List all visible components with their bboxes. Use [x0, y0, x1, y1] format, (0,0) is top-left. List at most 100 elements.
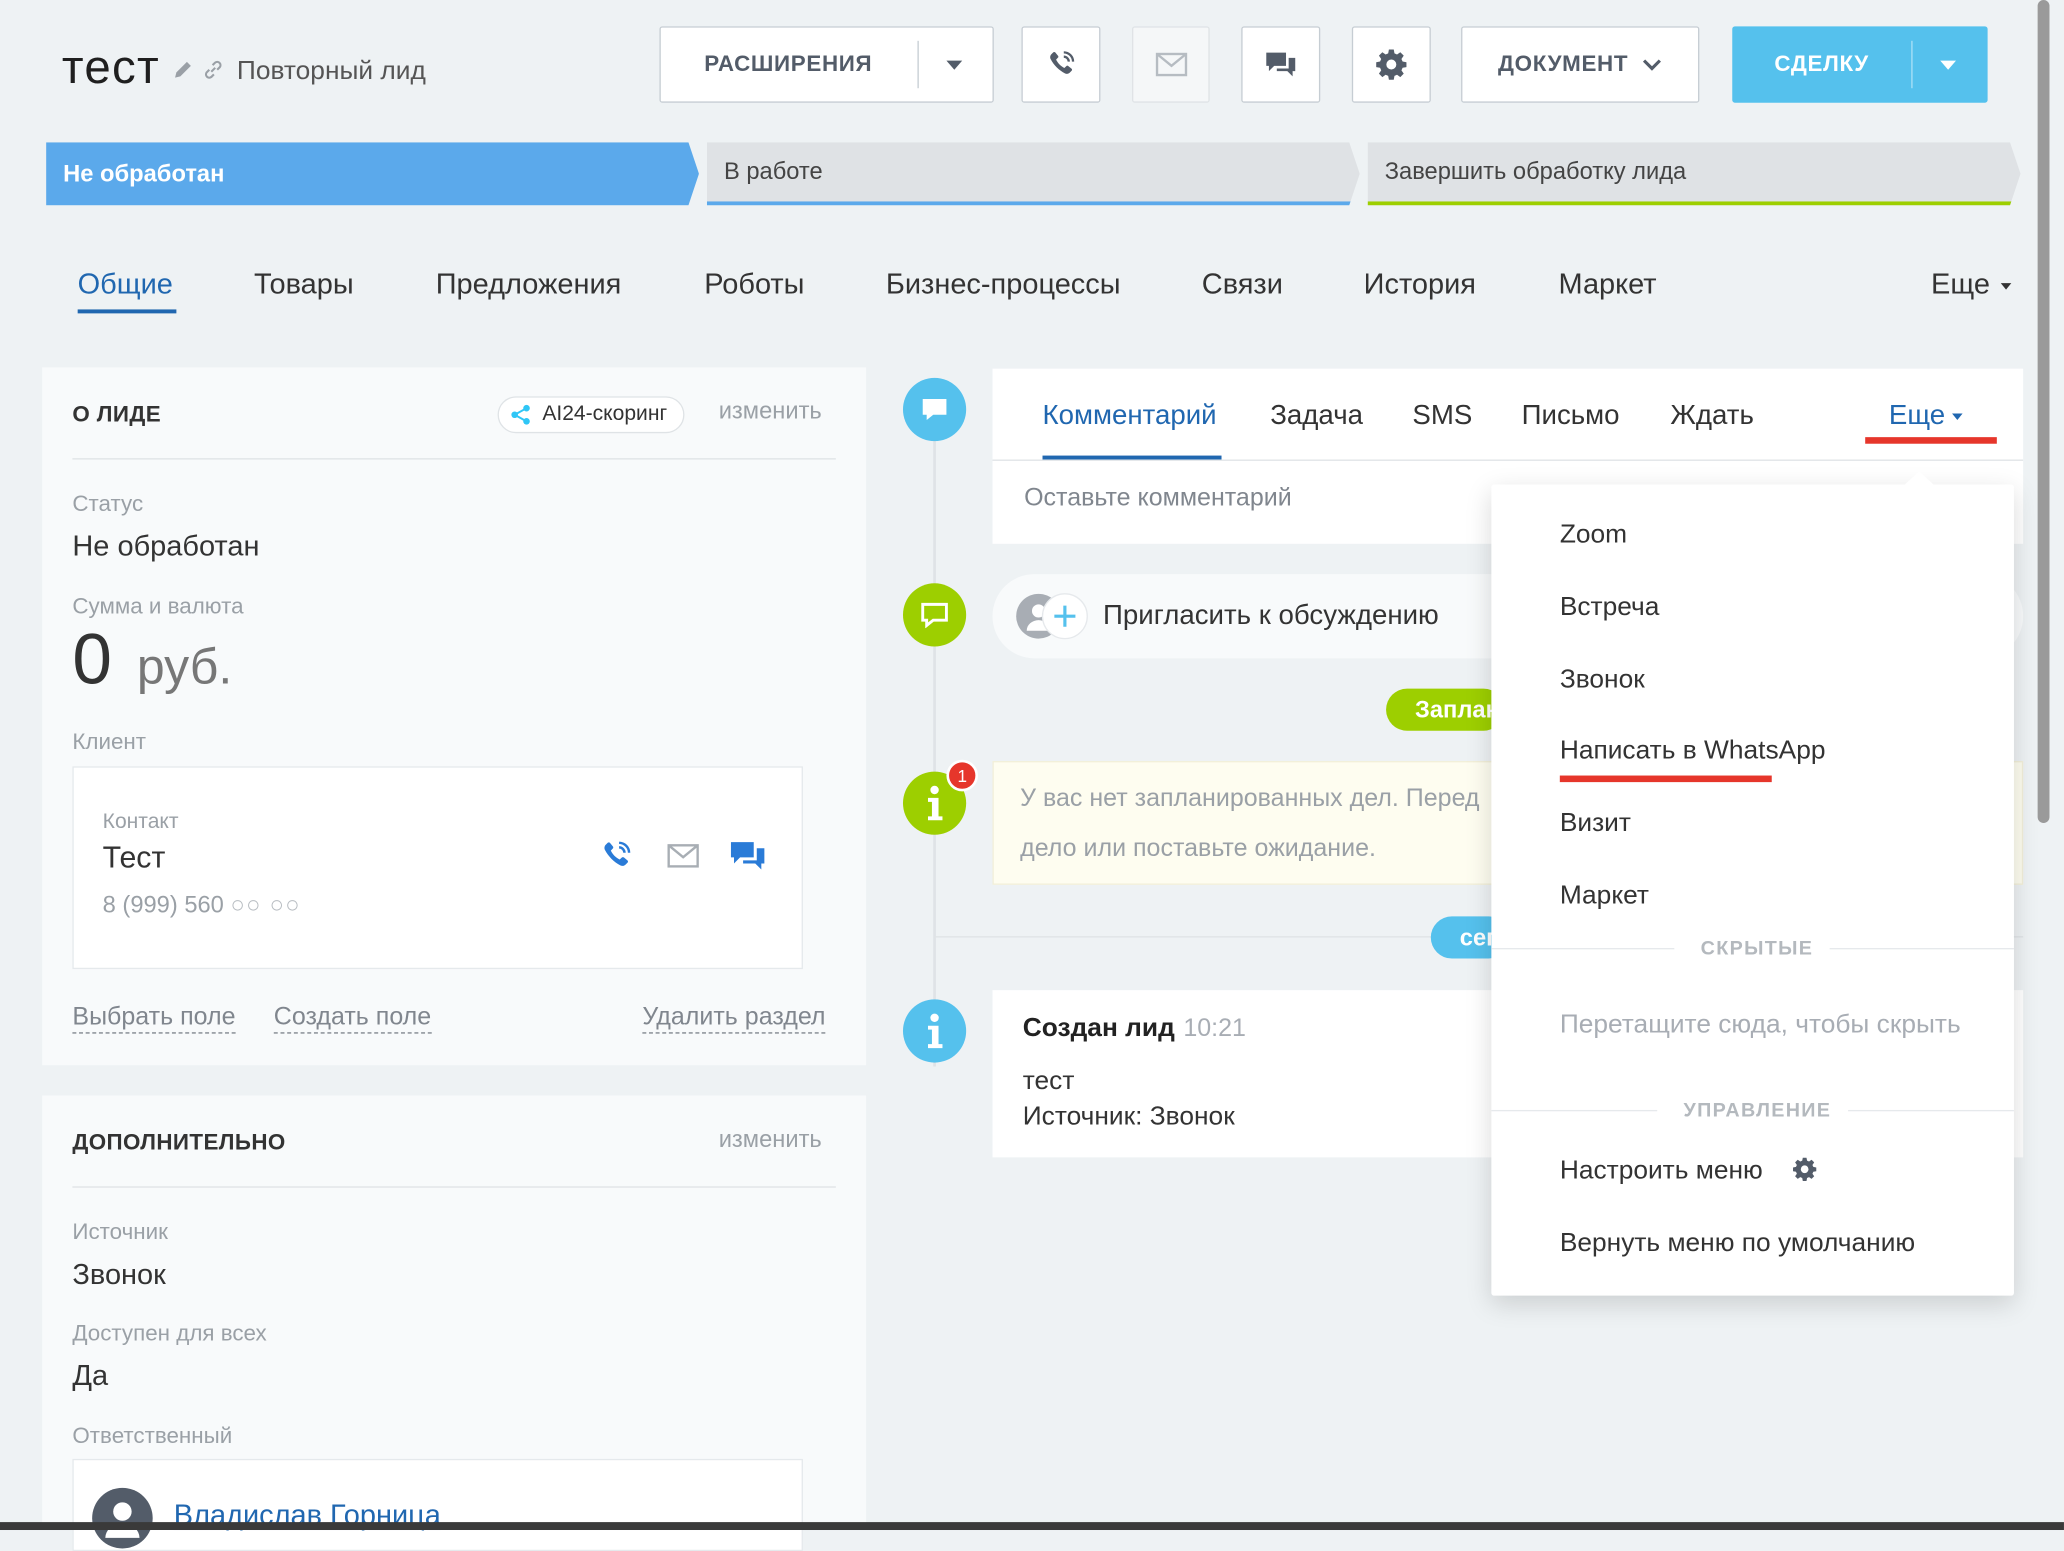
- tab-general[interactable]: Общие: [78, 267, 173, 301]
- info-icon: [927, 785, 943, 821]
- tab-products[interactable]: Товары: [254, 267, 354, 301]
- menu-item-market[interactable]: Маркет: [1560, 881, 1649, 911]
- responsible-label: Ответственный: [72, 1423, 233, 1449]
- source-label: Источник: [72, 1219, 168, 1245]
- scrollbar[interactable]: [2037, 0, 2050, 823]
- edit-pencil-icon[interactable]: [172, 59, 193, 80]
- entry-time: 10:21: [1183, 1015, 1246, 1043]
- scoring-icon: [511, 404, 530, 425]
- chevron-down-icon[interactable]: [1940, 60, 1957, 70]
- phone-icon[interactable]: [598, 837, 635, 874]
- tab-quotes[interactable]: Предложения: [436, 267, 622, 301]
- menu-item-call[interactable]: Звонок: [1560, 665, 1645, 695]
- status-label: Статус: [72, 491, 144, 517]
- settings-button[interactable]: [1351, 26, 1431, 103]
- stage-label: Завершить обработку лида: [1384, 158, 1687, 185]
- hidden-drop-zone[interactable]: Перетащите сюда, чтобы скрыть: [1560, 1010, 1961, 1040]
- divider: [917, 40, 919, 89]
- active-tab-indicator: [77, 309, 177, 314]
- tab-more-label: Еще: [1931, 267, 1990, 301]
- menu-item-whatsapp[interactable]: Написать в WhatsApp: [1560, 736, 1826, 766]
- manage-section-title: УПРАВЛЕНИЕ: [1683, 1099, 1832, 1122]
- contact-name[interactable]: Тест: [103, 840, 166, 876]
- timeline-line: [933, 395, 936, 1067]
- mail-icon[interactable]: [663, 843, 702, 869]
- deal-label: СДЕЛКУ: [1774, 51, 1869, 77]
- stage-in-progress[interactable]: В работе: [706, 142, 1360, 206]
- edit-about-link[interactable]: изменить: [719, 398, 822, 426]
- extensions-label: РАСШИРЕНИЯ: [704, 51, 873, 77]
- document-label: ДОКУМЕНТ: [1498, 51, 1629, 77]
- available-value: Да: [72, 1358, 109, 1392]
- tab-business-processes[interactable]: Бизнес-процессы: [886, 267, 1121, 301]
- comment-input[interactable]: Оставьте комментарий: [1024, 485, 1292, 514]
- stage-label: В работе: [723, 158, 823, 185]
- amount-label: Сумма и валюта: [72, 593, 244, 619]
- invite-label[interactable]: Пригласить к обсуждению: [1103, 600, 1439, 632]
- activity-tab-comment[interactable]: Комментарий: [1043, 400, 1217, 432]
- activity-tab-task[interactable]: Задача: [1270, 400, 1363, 432]
- contact-phone[interactable]: 8 (999) 560 ○○ ○○: [103, 891, 301, 919]
- avatar[interactable]: [92, 1487, 153, 1549]
- edit-additional-link[interactable]: изменить: [719, 1126, 822, 1154]
- activity-tab-more[interactable]: Еще: [1888, 400, 1963, 432]
- create-field-link[interactable]: Создать поле: [273, 1003, 432, 1034]
- extensions-button[interactable]: РАСШИРЕНИЯ: [659, 26, 994, 103]
- contact-phone-visible: 8 (999) 560: [102, 891, 231, 918]
- status-value: Не обработан: [72, 529, 260, 563]
- delete-section-link[interactable]: Удалить раздел: [642, 1003, 826, 1034]
- amount-currency: руб.: [136, 639, 233, 696]
- chat-button[interactable]: [1241, 26, 1321, 103]
- select-field-link[interactable]: Выбрать поле: [72, 1003, 236, 1034]
- tab-market[interactable]: Маркет: [1558, 267, 1656, 301]
- activity-tab-email[interactable]: Письмо: [1522, 400, 1620, 432]
- client-label: Клиент: [72, 729, 147, 755]
- highlight-more-underline: [1865, 437, 1997, 444]
- source-value: Звонок: [72, 1257, 166, 1291]
- menu-item-visit[interactable]: Визит: [1560, 808, 1631, 838]
- tab-history[interactable]: История: [1364, 267, 1476, 301]
- chat-icon[interactable]: [728, 837, 767, 874]
- created-dot: [902, 999, 967, 1063]
- divider: [1491, 1109, 1658, 1112]
- available-label: Доступен для всех: [72, 1320, 267, 1346]
- link-icon[interactable]: [203, 59, 224, 80]
- menu-item-configure[interactable]: Настроить меню: [1560, 1156, 1818, 1186]
- tab-more[interactable]: Еще: [1931, 267, 2011, 301]
- card-title: ДОПОЛНИТЕЛЬНО: [72, 1129, 286, 1155]
- ai-scoring-button[interactable]: AI24-скоринг: [497, 396, 685, 434]
- activity-tab-wait[interactable]: Ждать: [1670, 400, 1753, 432]
- comment-icon: [922, 398, 947, 421]
- chevron-down-icon[interactable]: [946, 60, 963, 70]
- stage-not-processed[interactable]: Не обработан: [46, 142, 699, 206]
- tab-robots[interactable]: Роботы: [704, 267, 804, 301]
- tab-links[interactable]: Связи: [1202, 267, 1283, 301]
- window-bottom-edge: [0, 1522, 2064, 1531]
- entry-title: Создан лид: [1022, 1013, 1175, 1043]
- menu-item-zoom[interactable]: Zoom: [1560, 520, 1627, 550]
- activity-tab-sms[interactable]: SMS: [1412, 400, 1472, 432]
- chevron-down-icon: [1642, 59, 1661, 71]
- create-deal-button[interactable]: СДЕЛКУ: [1732, 26, 1988, 103]
- scoring-label: AI24-скоринг: [542, 402, 668, 426]
- stage-finish-processing[interactable]: Завершить обработку лида: [1367, 142, 2021, 206]
- menu-item-reset[interactable]: Вернуть меню по умолчанию: [1560, 1228, 1915, 1258]
- divider: [992, 459, 2024, 461]
- divider: [72, 1186, 836, 1188]
- divider: [1911, 40, 1913, 89]
- stage-label: Не обработан: [63, 159, 225, 187]
- chevron-down-icon: [1951, 413, 1963, 420]
- document-button[interactable]: ДОКУМЕНТ: [1461, 26, 1700, 103]
- notice-text-line1: У вас нет запланированных дел. Перед: [1020, 784, 1480, 813]
- lead-type-label: Повторный лид: [236, 56, 426, 86]
- email-button[interactable]: [1132, 26, 1210, 103]
- activity-more-label: Еще: [1888, 400, 1946, 431]
- chevron-down-icon: [2000, 282, 2011, 290]
- call-button[interactable]: [1021, 26, 1101, 103]
- add-user-icon: [1016, 593, 1088, 640]
- menu-item-meeting[interactable]: Встреча: [1560, 593, 1660, 623]
- info-icon: [927, 1013, 943, 1049]
- divider: [1848, 1109, 2014, 1112]
- comment-dot: [902, 377, 967, 442]
- amount-value: 0: [72, 620, 112, 700]
